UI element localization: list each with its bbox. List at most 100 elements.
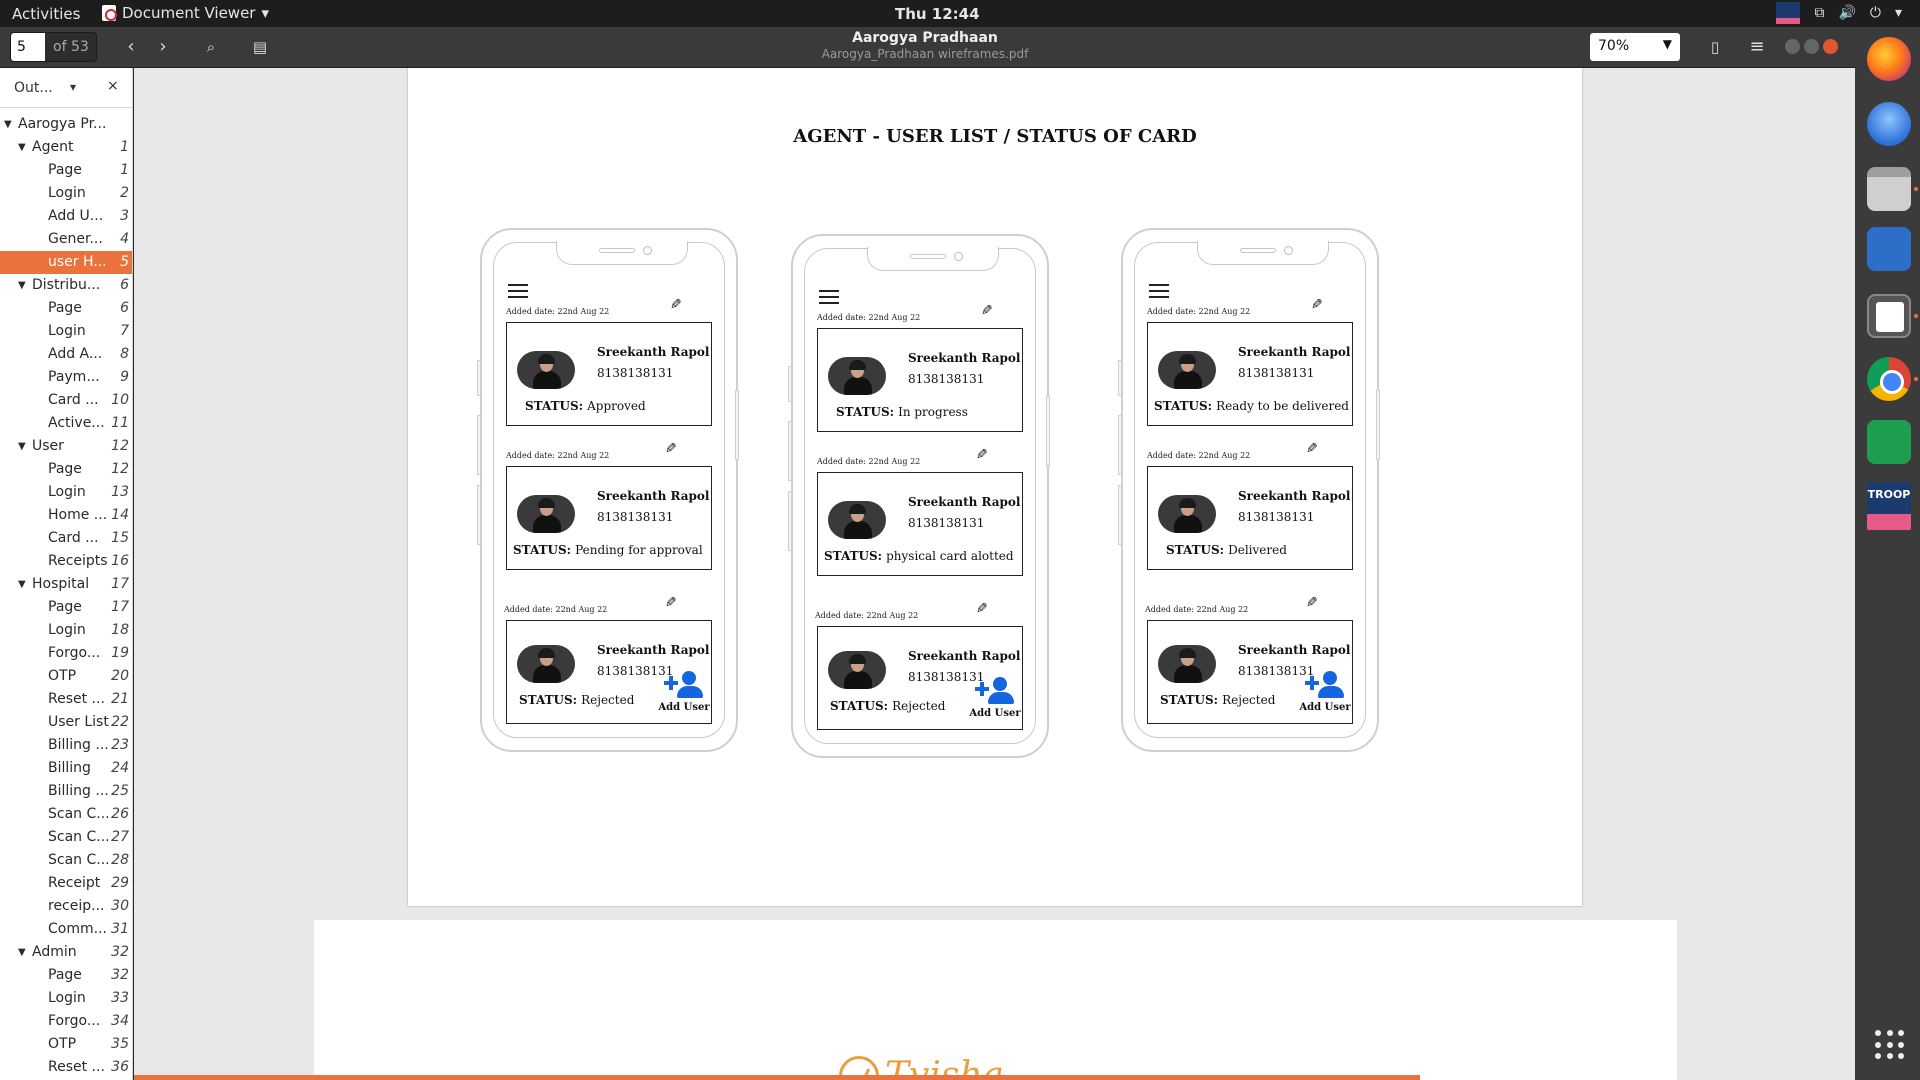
outline-item[interactable]: Receipts 16	[0, 550, 132, 573]
outline-item[interactable]: Paym... 9	[0, 366, 132, 389]
add-user-button[interactable]: Add User	[968, 677, 1022, 719]
minimize-button[interactable]	[1785, 39, 1800, 54]
calc-icon[interactable]	[1867, 420, 1911, 464]
expander-triangle-icon[interactable]: ▼	[18, 136, 26, 159]
chrome-icon[interactable]	[1867, 357, 1911, 401]
outline-item[interactable]: ▼ Admin 32	[0, 941, 132, 964]
zoom-select[interactable]: 70% ▼	[1590, 33, 1680, 61]
system-tray[interactable]: ⧉ 🔊 ⏻ ▾	[1776, 2, 1902, 24]
outline-item[interactable]: Receipt 29	[0, 872, 132, 895]
edit-pencil-icon[interactable]: ✎	[976, 601, 988, 617]
expander-triangle-icon[interactable]: ▼	[18, 274, 26, 297]
outline-item[interactable]: Login 33	[0, 987, 132, 1010]
expander-triangle-icon[interactable]: ▼	[4, 113, 12, 136]
troop-icon[interactable]: TROOP	[1867, 482, 1911, 530]
sidebar-mode-label[interactable]: Out...	[14, 80, 53, 96]
hamburger-menu-icon[interactable]: ≡	[1742, 33, 1772, 63]
outline-item[interactable]: Login 18	[0, 619, 132, 642]
edit-pencil-icon[interactable]: ✎	[670, 297, 682, 313]
add-user-button[interactable]: Add User	[657, 671, 711, 713]
outline-item[interactable]: Page 32	[0, 964, 132, 987]
user-card[interactable]: Sreekanth Rapol 8138138131 STATUS: Ready to…	[1147, 322, 1353, 426]
user-card[interactable]: Sreekanth Rapol 8138138131 STATUS: In progr…	[817, 328, 1023, 432]
outline-item[interactable]: Login 2	[0, 182, 132, 205]
chevron-down-icon[interactable]: ▾	[70, 80, 76, 94]
edit-pencil-icon[interactable]: ✎	[981, 303, 993, 319]
outline-item[interactable]: OTP 35	[0, 1033, 132, 1056]
outline-item[interactable]: Reset ... 21	[0, 688, 132, 711]
user-card[interactable]: Sreekanth Rapol 8138138131 STATUS: Rejected…	[1147, 620, 1353, 724]
outline-item[interactable]: User List 22	[0, 711, 132, 734]
add-user-button[interactable]: Add User	[1298, 671, 1352, 713]
outline-item[interactable]: Card ... 10	[0, 389, 132, 412]
hamburger-menu-icon[interactable]	[819, 290, 839, 304]
outline-item[interactable]: Billing ... 23	[0, 734, 132, 757]
edit-pencil-icon[interactable]: ✎	[1311, 297, 1323, 313]
previous-page-button[interactable]: ‹	[116, 33, 146, 63]
outline-item[interactable]: Scan C... 27	[0, 826, 132, 849]
activities-button[interactable]: Activities	[12, 5, 80, 23]
files-icon[interactable]	[1867, 167, 1911, 211]
document-viewer-icon[interactable]	[1867, 294, 1911, 338]
outline-item[interactable]: Active... 11	[0, 412, 132, 435]
edit-pencil-icon[interactable]: ✎	[665, 595, 677, 611]
outline-item[interactable]: ▼ Hospital 17	[0, 573, 132, 596]
close-window-button[interactable]	[1823, 39, 1838, 54]
user-card[interactable]: Sreekanth Rapol 8138138131 STATUS: Delivere…	[1147, 466, 1353, 570]
outline-item[interactable]: Comm... 31	[0, 918, 132, 941]
outline-item[interactable]: Billing 24	[0, 757, 132, 780]
outline-item[interactable]: Page 12	[0, 458, 132, 481]
annotations-icon[interactable]: ▤	[245, 33, 275, 63]
outline-item[interactable]: ▼ Distribu... 6	[0, 274, 132, 297]
maximize-button[interactable]	[1804, 39, 1819, 54]
expander-triangle-icon[interactable]: ▼	[18, 435, 26, 458]
troop-tray-icon[interactable]	[1776, 2, 1801, 24]
app-menu[interactable]: Document Viewer ▾	[102, 4, 269, 22]
show-applications-button[interactable]	[1867, 1022, 1911, 1066]
outline-item[interactable]: Gener... 4	[0, 228, 132, 251]
outline-item[interactable]: Page 6	[0, 297, 132, 320]
writer-icon[interactable]	[1867, 227, 1911, 271]
edit-pencil-icon[interactable]: ✎	[976, 447, 988, 463]
current-page-input[interactable]: 5	[11, 33, 45, 61]
page-layout-icon[interactable]: ▯	[1700, 33, 1730, 63]
outline-item[interactable]: ▼ User 12	[0, 435, 132, 458]
expander-triangle-icon[interactable]: ▼	[18, 573, 26, 596]
firefox-icon[interactable]	[1867, 37, 1911, 81]
outline-item[interactable]: receip... 30	[0, 895, 132, 918]
edit-pencil-icon[interactable]: ✎	[665, 441, 677, 457]
user-card[interactable]: Sreekanth Rapol 8138138131 STATUS: Rejected…	[817, 626, 1023, 730]
user-card[interactable]: Sreekanth Rapol 8138138131 STATUS: Rejected…	[506, 620, 712, 724]
outline-item[interactable]: Add U... 3	[0, 205, 132, 228]
user-card[interactable]: Sreekanth Rapol 8138138131 STATUS: physical…	[817, 472, 1023, 576]
user-card[interactable]: Sreekanth Rapol 8138138131 STATUS: Pending …	[506, 466, 712, 570]
outline-item[interactable]: Login 13	[0, 481, 132, 504]
search-icon[interactable]: ⌕	[196, 33, 226, 63]
outline-item[interactable]: Page 1	[0, 159, 132, 182]
outline-item[interactable]: Home ... 14	[0, 504, 132, 527]
close-icon[interactable]: ×	[107, 78, 119, 94]
edit-pencil-icon[interactable]: ✎	[1306, 441, 1318, 457]
document-area[interactable]: AGENT - USER LIST / STATUS OF CARD Added…	[134, 68, 1855, 1080]
outline-item[interactable]: Login 7	[0, 320, 132, 343]
clock[interactable]: Thu 12:44	[895, 5, 980, 23]
next-page-button[interactable]: ›	[148, 33, 178, 63]
expander-triangle-icon[interactable]: ▼	[18, 941, 26, 964]
outline-item[interactable]: OTP 20	[0, 665, 132, 688]
outline-item[interactable]: Page 17	[0, 596, 132, 619]
hamburger-menu-icon[interactable]	[508, 284, 528, 298]
outline-item[interactable]: Add A... 8	[0, 343, 132, 366]
outline-item[interactable]: Scan C... 26	[0, 803, 132, 826]
edit-pencil-icon[interactable]: ✎	[1306, 595, 1318, 611]
outline-item[interactable]: Scan C... 28	[0, 849, 132, 872]
hamburger-menu-icon[interactable]	[1149, 284, 1169, 298]
outline-item[interactable]: ▼ Aarogya Pr...	[0, 113, 132, 136]
outline-item[interactable]: Billing ... 25	[0, 780, 132, 803]
page-number-field[interactable]: 5 of 53	[10, 32, 97, 62]
outline-item[interactable]: Forgo... 34	[0, 1010, 132, 1033]
outline-item[interactable]: Card ... 15	[0, 527, 132, 550]
outline-item[interactable]: Reset ... 36	[0, 1056, 132, 1079]
thunderbird-icon[interactable]	[1867, 102, 1911, 146]
user-card[interactable]: Sreekanth Rapol 8138138131 STATUS: Approved	[506, 322, 712, 426]
outline-item[interactable]: ▼ Agent 1	[0, 136, 132, 159]
